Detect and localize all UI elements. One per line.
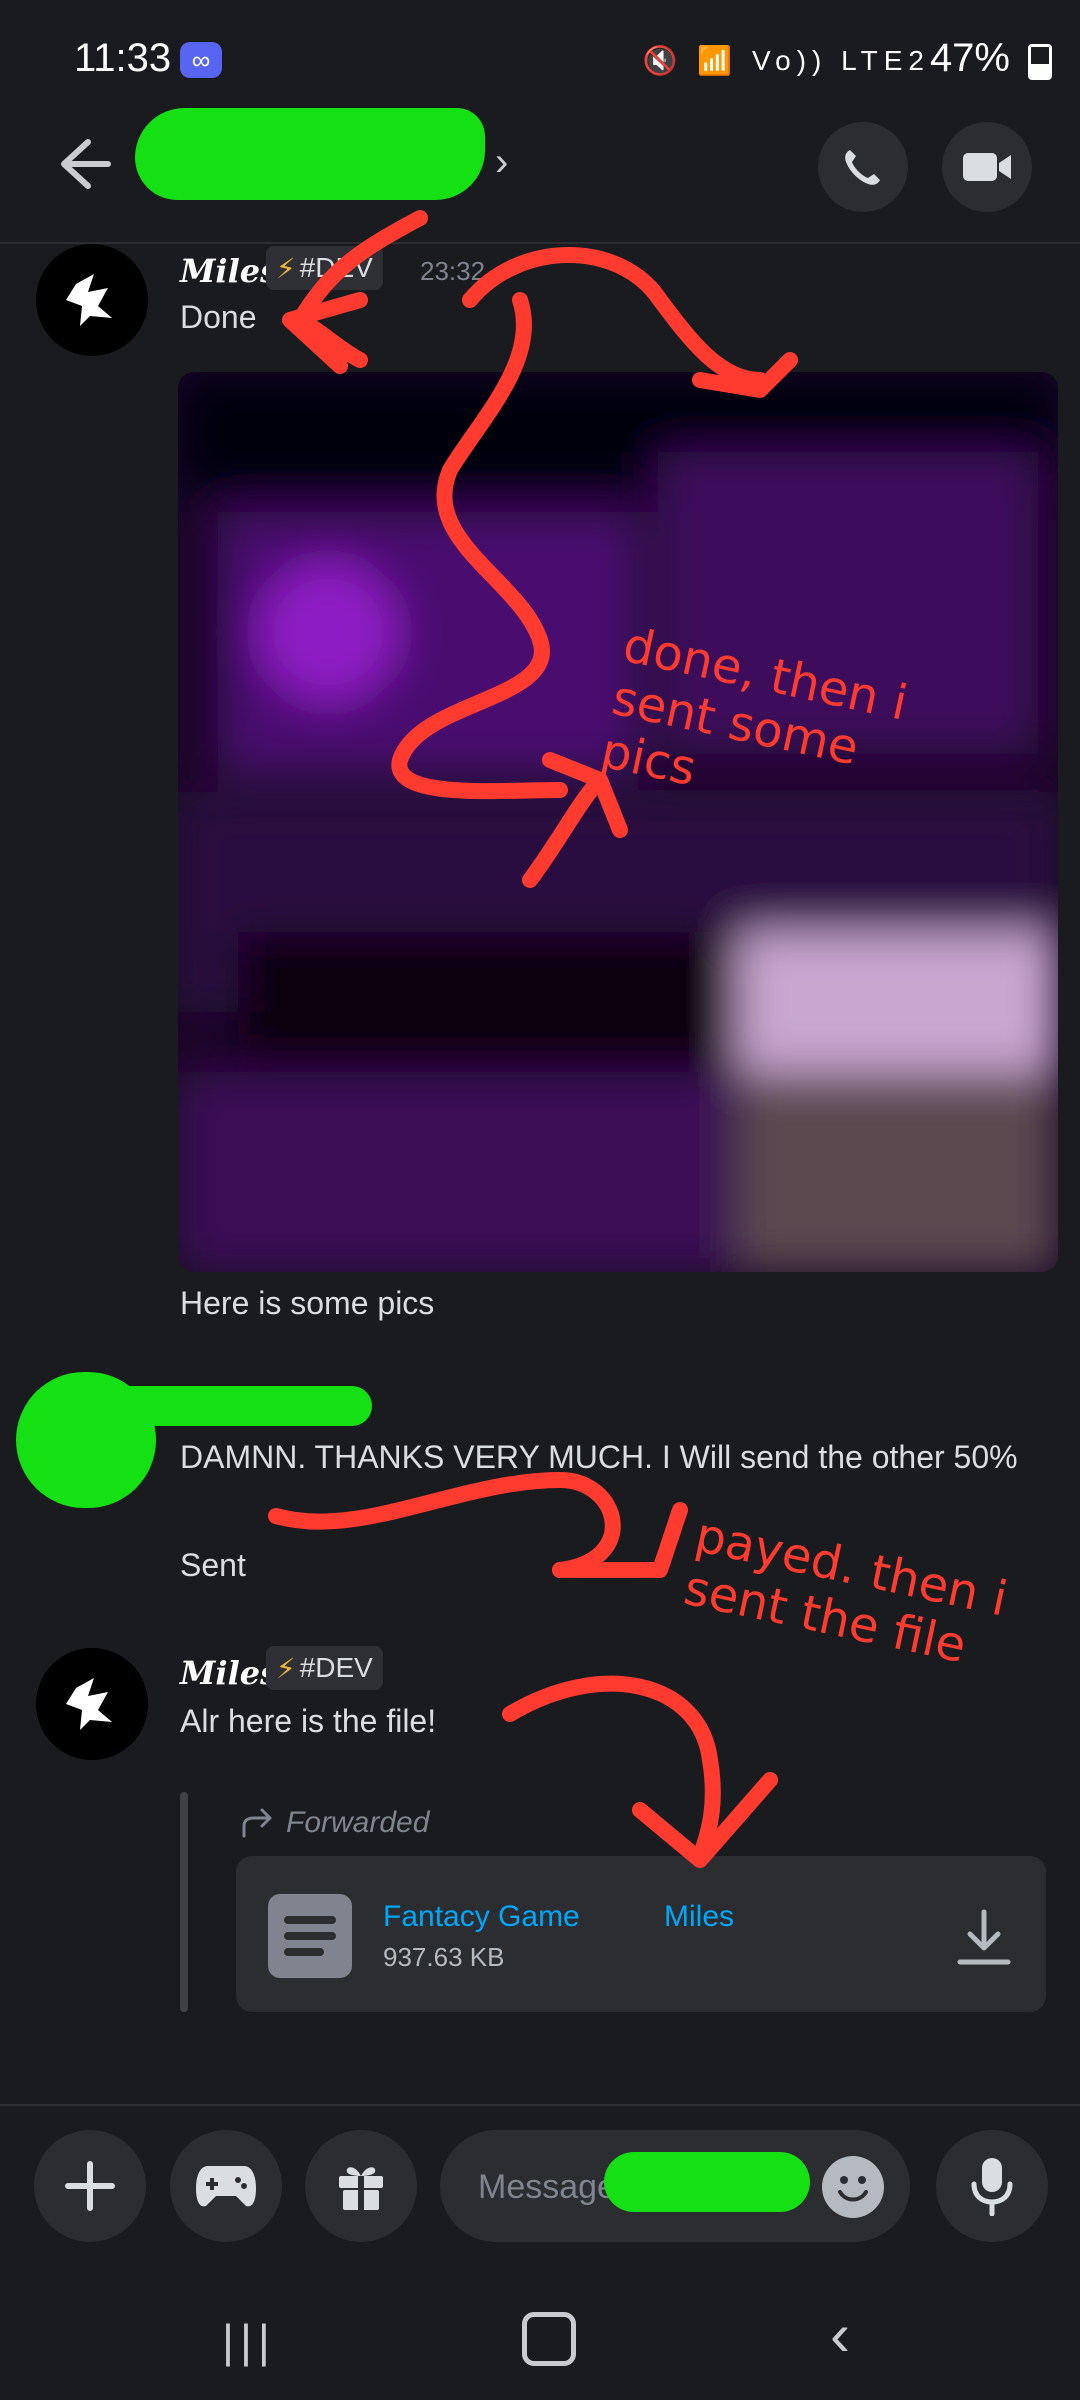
- plus-icon: [65, 2161, 115, 2211]
- nav-back-icon[interactable]: ‹: [830, 2300, 850, 2369]
- add-attachment-button[interactable]: [34, 2130, 146, 2242]
- gift-icon: [339, 2167, 383, 2210]
- microphone-icon: [971, 2158, 1013, 2216]
- annotation-arrows: [268, 210, 798, 1868]
- composer-divider: [0, 2104, 1080, 2106]
- recent-apps-icon[interactable]: |||: [222, 2314, 276, 2368]
- gift-button[interactable]: [305, 2130, 417, 2242]
- voice-message-button[interactable]: [936, 2130, 1048, 2242]
- redacted-input-text: [604, 2152, 810, 2212]
- activities-button[interactable]: [170, 2130, 282, 2242]
- home-icon[interactable]: [522, 2312, 576, 2366]
- gamepad-icon: [196, 2166, 256, 2207]
- emoji-icon[interactable]: [822, 2156, 884, 2218]
